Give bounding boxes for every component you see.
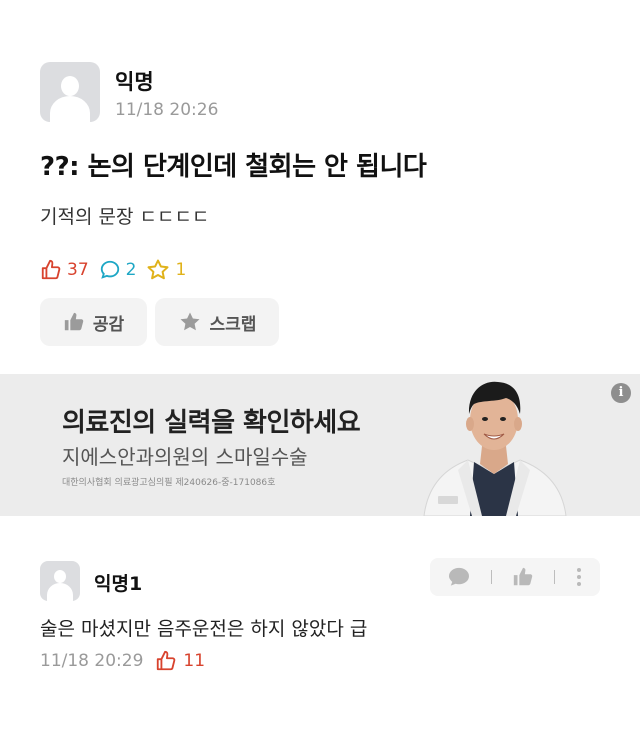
like-count: 37 xyxy=(40,259,89,281)
scrap-count-value: 1 xyxy=(175,260,187,280)
scrap-button[interactable]: 스크랩 xyxy=(155,298,279,346)
comment-count: 2 xyxy=(99,259,137,281)
scrap-button-label: 스크랩 xyxy=(209,314,257,335)
chat-filled-icon[interactable] xyxy=(448,567,470,587)
like-button-label: 공감 xyxy=(92,314,125,335)
comment-author-avatar xyxy=(40,561,80,601)
comment-action-divider xyxy=(554,570,556,584)
ad-title: 의료진의 실력을 확인하세요 xyxy=(62,408,361,438)
like-count-value: 37 xyxy=(67,260,89,280)
post-stats: 37 2 1 xyxy=(40,258,196,282)
speech-bubble-icon xyxy=(100,260,119,279)
ad-subtitle: 지에스안과의원의 스마일수술 xyxy=(62,445,308,469)
like-button[interactable]: 공감 xyxy=(40,298,147,346)
thumbs-up-outline-icon xyxy=(41,259,61,280)
post-author-name: 익명 xyxy=(115,70,154,94)
scrap-count: 1 xyxy=(146,258,186,282)
ad-banner[interactable]: 의료진의 실력을 확인하세요 지에스안과의원의 스마일수술 대한의사협회 의료광… xyxy=(0,374,640,516)
post-body: 기적의 문장 ㄷㄷㄷㄷ xyxy=(40,206,210,228)
thumbs-up-outline-icon xyxy=(157,650,176,671)
star-filled-icon xyxy=(180,312,200,331)
star-outline-icon xyxy=(147,259,169,280)
comment-like-icon[interactable] xyxy=(512,566,534,588)
comment-author-name: 익명1 xyxy=(94,573,143,595)
comment-like-count-value: 11 xyxy=(183,651,206,671)
thumbs-up-filled-icon xyxy=(64,312,84,331)
post: 익명 11/18 20:26 ??: 논의 단계인데 철회는 안 됩니다 기적의… xyxy=(0,0,640,374)
post-timestamp: 11/18 20:26 xyxy=(115,100,219,120)
ad-doctor-image xyxy=(423,381,567,516)
comment-action-bar xyxy=(430,558,600,596)
comment-like-count: 11 xyxy=(155,650,205,672)
ad-disclaimer: 대한의사협회 의료광고심의필 제240626-중-171086호 xyxy=(62,478,276,488)
post-title: ??: 논의 단계인데 철회는 안 됩니다 xyxy=(40,152,427,182)
ad-info-icon[interactable]: i xyxy=(611,383,631,403)
comment-count-value: 2 xyxy=(125,260,137,280)
comment-action-divider xyxy=(490,570,492,584)
more-vertical-icon[interactable] xyxy=(576,567,582,587)
comment-meta: 11/18 20:29 11 xyxy=(40,649,205,673)
comment-text: 술은 마셨지만 음주운전은 하지 않았다 급 xyxy=(40,618,368,640)
comment-timestamp: 11/18 20:29 xyxy=(40,651,144,671)
comment-list: 익명1 술은 마셨지만 음주운전은 하지 않았다 급 11/18 20:29 1… xyxy=(0,516,640,733)
post-author-avatar xyxy=(40,62,100,122)
